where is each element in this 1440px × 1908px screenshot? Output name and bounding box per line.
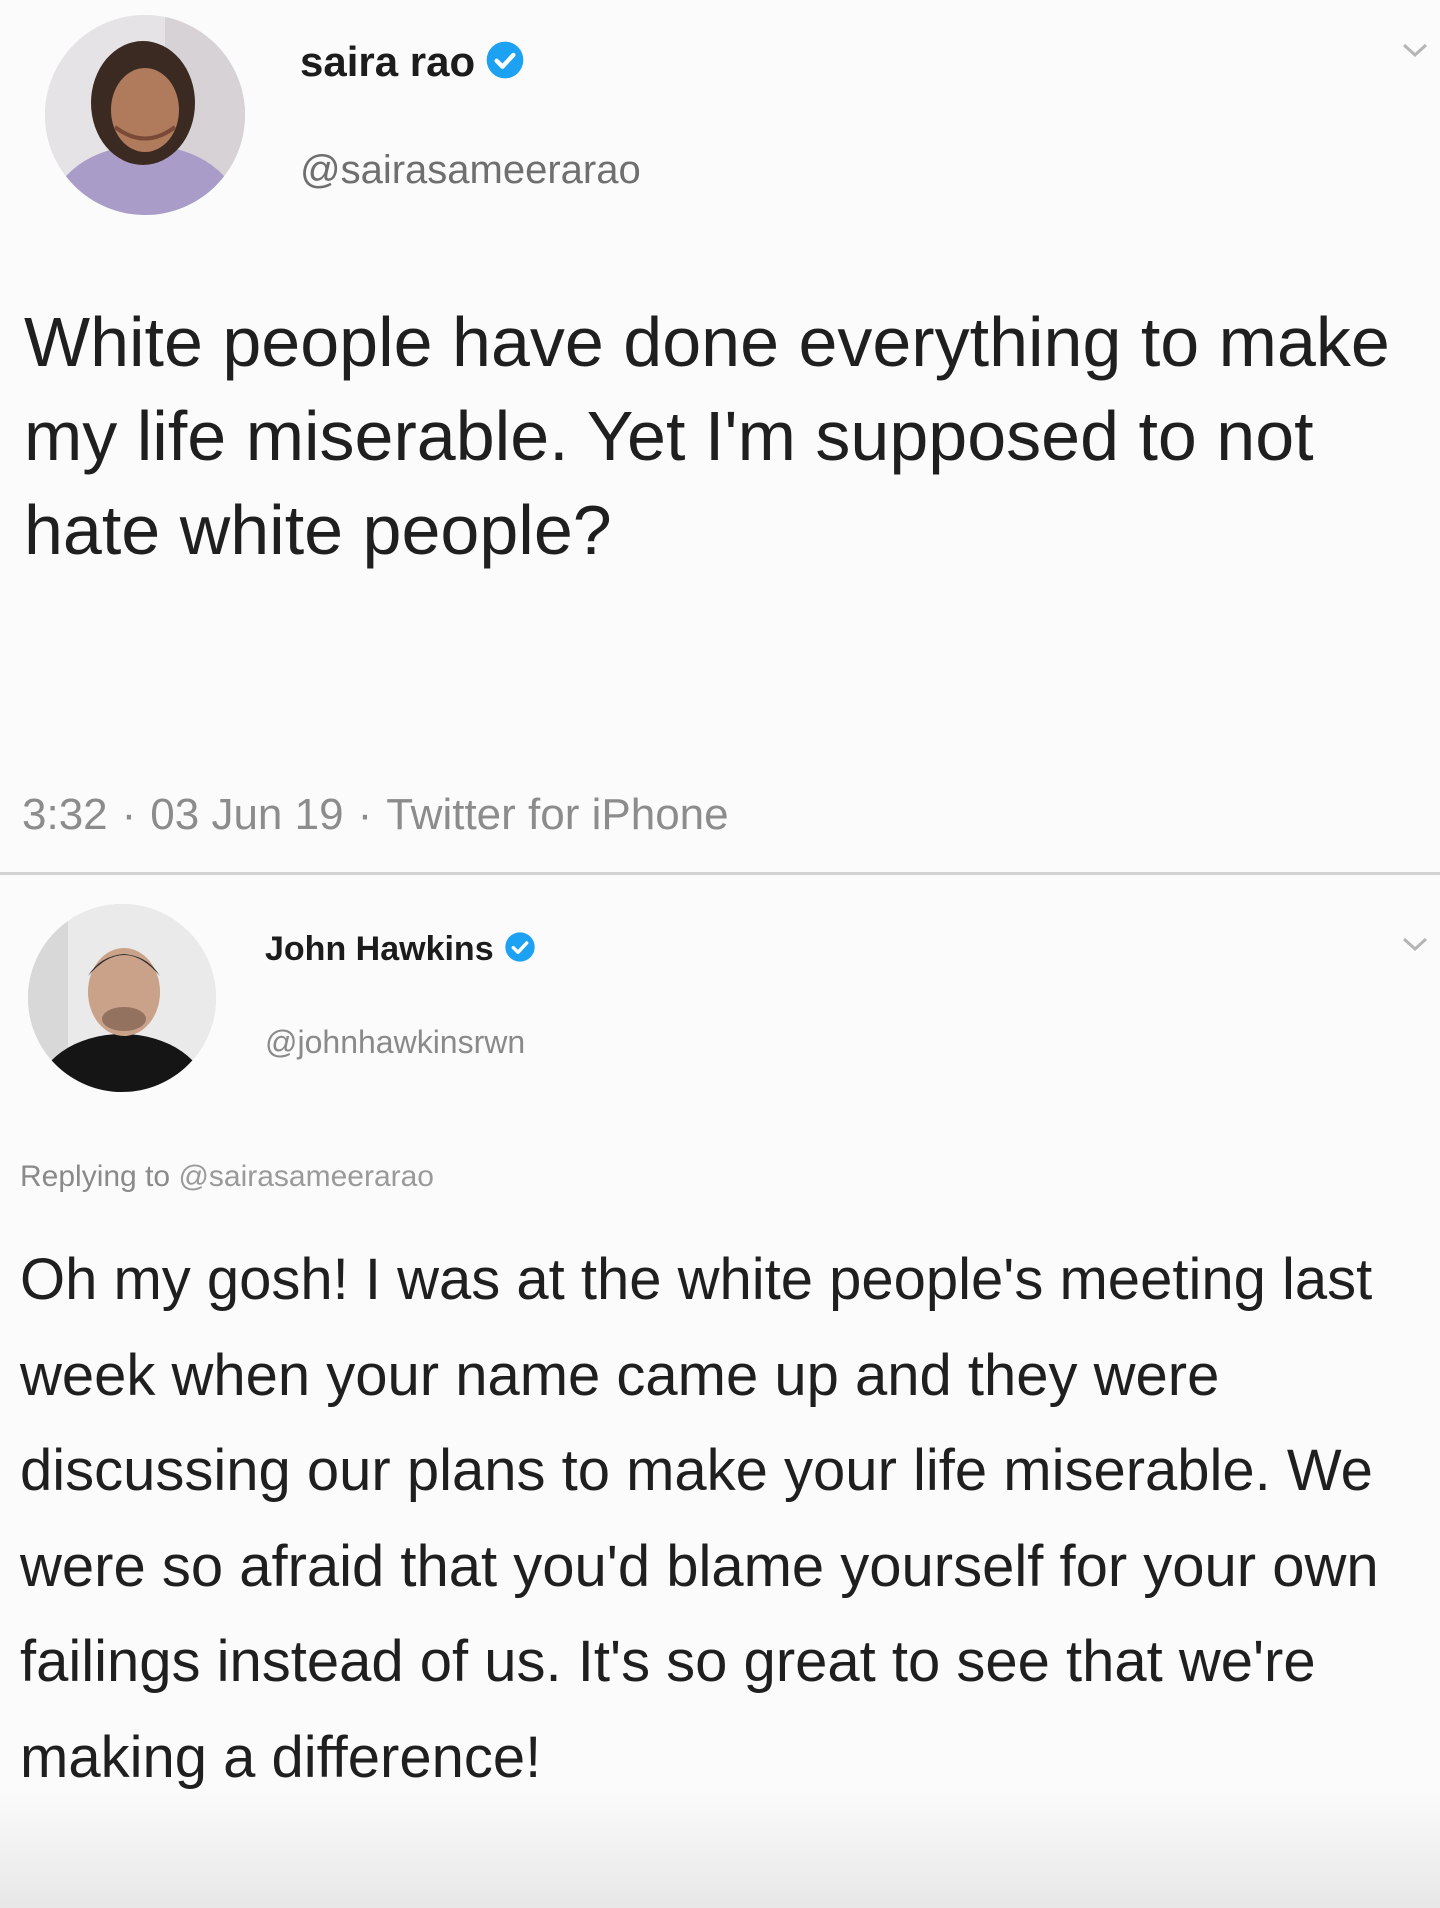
avatar-image-icon [45, 15, 245, 215]
replying-to: Replying to @sairasameerarao [20, 1160, 434, 1194]
tweet-reply: John Hawkins @johnhawkinsrwn Replying to… [0, 872, 1440, 1908]
avatar-image-icon [28, 904, 216, 1092]
tweet-text: White people have done everything to mak… [24, 303, 1390, 569]
screenshot-page: saira rao @sairasameerarao White people … [0, 0, 1440, 1908]
replying-mention-link[interactable]: @sairasameerarao [178, 1160, 434, 1193]
avatar[interactable] [45, 15, 245, 215]
meta-separator: · [357, 790, 373, 839]
tweet-meta: 3:32 · 03 Jun 19 · Twitter for iPhone [22, 790, 729, 840]
verified-badge-icon [485, 40, 525, 90]
tweet-source[interactable]: Twitter for iPhone [386, 790, 728, 839]
display-name-text[interactable]: saira rao [300, 38, 475, 85]
chevron-down-icon[interactable] [1400, 934, 1430, 959]
chevron-down-icon[interactable] [1400, 40, 1430, 65]
display-name-text[interactable]: John Hawkins [265, 930, 494, 968]
avatar[interactable] [28, 904, 216, 1092]
meta-separator: · [121, 790, 137, 839]
user-handle[interactable]: @johnhawkinsrwn [265, 1024, 525, 1061]
tweet-date[interactable]: 03 Jun 19 [150, 790, 343, 839]
display-name[interactable]: saira rao [300, 38, 525, 90]
replying-label: Replying to [20, 1160, 171, 1193]
verified-badge-icon [504, 931, 536, 972]
tweet-time[interactable]: 3:32 [22, 790, 108, 839]
tweet-text: Oh my gosh! I was at the white people's … [20, 1247, 1379, 1790]
user-handle[interactable]: @sairasameerarao [300, 148, 641, 193]
display-name[interactable]: John Hawkins [265, 930, 536, 972]
tweet-original: saira rao @sairasameerarao White people … [0, 0, 1440, 870]
